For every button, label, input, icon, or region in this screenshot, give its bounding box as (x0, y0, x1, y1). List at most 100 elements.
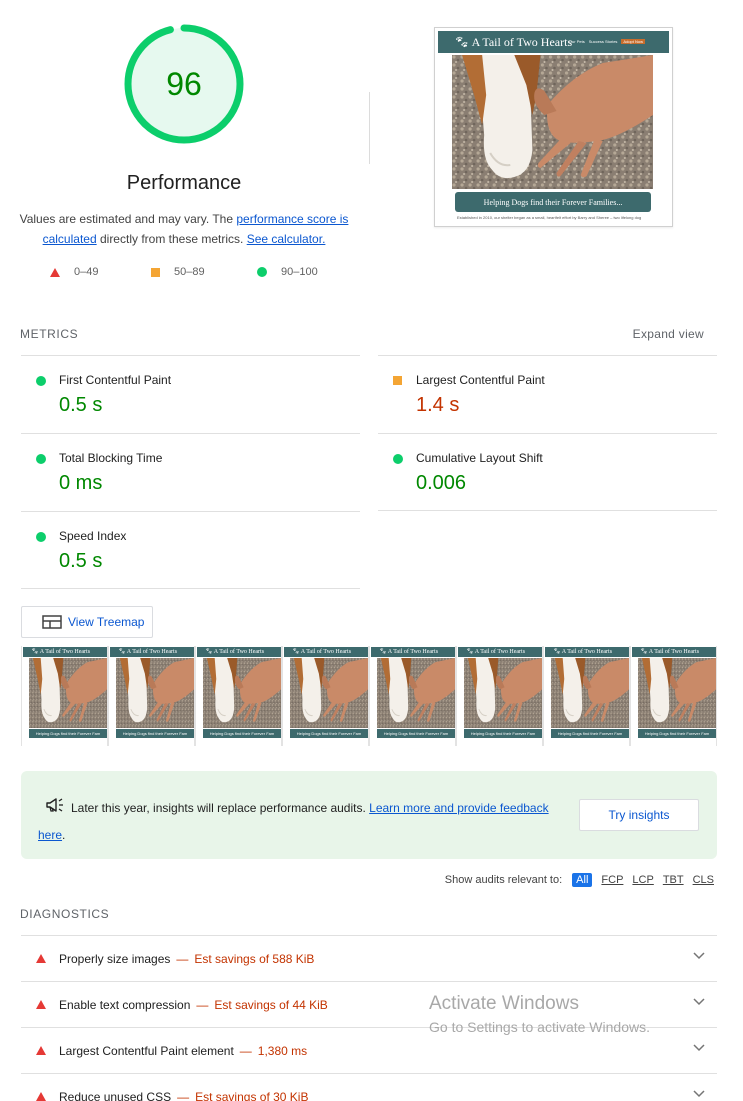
metrics-heading: METRICS (20, 327, 79, 341)
frame-banner: Helping Dogs find their Forever Fam (464, 729, 542, 738)
frame-photo (116, 658, 194, 728)
metric-tbt: Total Blocking Time 0 ms (21, 433, 360, 511)
average-square-icon (393, 376, 402, 385)
divider (369, 92, 370, 164)
paw-icon: 🐾︎ (205, 649, 214, 655)
metric-name: Largest Contentful Paint (416, 373, 545, 387)
fail-triangle-icon (36, 1000, 46, 1009)
frame-banner: Helping Dogs find their Forever Fam (116, 729, 194, 738)
legend-fail: 0–49 (50, 266, 150, 278)
frame-header: 🐾︎ A Tail of Two Hearts (458, 647, 542, 657)
filter-chip-all[interactable]: All (572, 873, 593, 887)
frame-photo (464, 658, 542, 728)
desc-text: Values are estimated and may vary. The (19, 212, 237, 226)
chevron-down-icon[interactable] (693, 1090, 705, 1098)
metric-value: 0.006 (416, 472, 467, 494)
performance-score-gauge: 96 (123, 23, 245, 145)
performance-score-value: 96 (166, 65, 202, 102)
frame-header: 🐾︎ A Tail of Two Hearts (23, 647, 107, 657)
treemap-icon (42, 615, 62, 629)
performance-description: Values are estimated and may vary. The p… (14, 209, 354, 249)
paw-icon: 🐾︎ (31, 649, 40, 655)
filmstrip-frame: 🐾︎ A Tail of Two Hearts Helping Dogs find… (630, 646, 717, 746)
frame-photo (290, 658, 368, 728)
frame-photo (203, 658, 281, 728)
legend-average-label: 50–89 (174, 266, 205, 278)
see-calculator-link[interactable]: See calculator. (247, 232, 326, 246)
audit-filter: Show audits relevant to: All FCP LCP TBT… (445, 873, 714, 887)
filmstrip-frame: 🐾︎ A Tail of Two Hearts Helping Dogs find… (195, 646, 282, 746)
filmstrip-frame: 🐾︎ A Tail of Two Hearts Helping Dogs find… (21, 646, 108, 746)
audit-properly-size-images[interactable]: Properly size images — Est savings of 58… (21, 935, 717, 981)
filter-chip-fcp[interactable]: FCP (601, 874, 623, 886)
frame-header: 🐾︎ A Tail of Two Hearts (371, 647, 455, 657)
paw-icon: 🐾︎ (118, 649, 127, 655)
frame-banner: Helping Dogs find their Forever Fam (638, 729, 716, 738)
legend-fail-label: 0–49 (74, 266, 99, 278)
insights-notice: Later this year, insights will replace p… (21, 771, 717, 859)
view-treemap-button[interactable]: View Treemap (21, 606, 153, 638)
metric-name: Total Blocking Time (59, 451, 163, 465)
audit-title: Largest Contentful Paint element (59, 1043, 234, 1058)
nav-adopt-now: Adopt Now (621, 39, 645, 44)
metric-lcp: Largest Contentful Paint 1.4 s (378, 355, 717, 433)
desc-text-middle: directly from these metrics. (96, 232, 247, 246)
chevron-down-icon[interactable] (693, 998, 705, 1006)
metric-name: First Contentful Paint (59, 373, 172, 387)
paw-icon: 🐾︎ (466, 649, 475, 655)
filter-chip-lcp[interactable]: LCP (632, 874, 653, 886)
site-title: 🐾︎ A Tail of Two Hearts (454, 34, 573, 49)
paw-icon: 🐾︎ (553, 649, 562, 655)
pass-circle-icon (257, 267, 267, 277)
average-square-icon (150, 267, 160, 277)
audit-reduce-unused-css[interactable]: Reduce unused CSS — Est savings of 30 Ki… (21, 1073, 717, 1101)
frame-header: 🐾︎ A Tail of Two Hearts (632, 647, 716, 657)
final-screenshot[interactable]: 🐾︎ A Tail of Two Hearts Our Pets Success… (434, 27, 673, 227)
audit-detail: Est savings of 30 KiB (195, 1089, 309, 1101)
try-insights-button[interactable]: Try insights (579, 799, 699, 831)
audit-title: Enable text compression (59, 997, 191, 1012)
diagnostics-heading: DIAGNOSTICS (20, 907, 110, 921)
audit-detail: Est savings of 588 KiB (194, 951, 315, 966)
filmstrip: 🐾︎ A Tail of Two Hearts Helping Dogs find… (21, 646, 717, 747)
notice-text: Later this year, insights will replace p… (38, 801, 549, 842)
legend-average: 50–89 (150, 266, 257, 278)
filmstrip-frame: 🐾︎ A Tail of Two Hearts Helping Dogs find… (369, 646, 456, 746)
frame-header: 🐾︎ A Tail of Two Hearts (197, 647, 281, 657)
expand-view-toggle[interactable]: Expand view (633, 327, 704, 341)
frame-header: 🐾︎ A Tail of Two Hearts (284, 647, 368, 657)
filmstrip-frame: 🐾︎ A Tail of Two Hearts Helping Dogs find… (543, 646, 630, 746)
frame-photo (29, 658, 107, 728)
performance-title: Performance (126, 172, 242, 194)
frame-photo (638, 658, 716, 728)
hero-photo (452, 55, 653, 189)
filmstrip-frame: 🐾︎ A Tail of Two Hearts Helping Dogs find… (282, 646, 369, 746)
frame-header: 🐾︎ A Tail of Two Hearts (110, 647, 194, 657)
legend-pass: 90–100 (257, 266, 318, 278)
audit-enable-text-compression[interactable]: Enable text compression — Est savings of… (21, 981, 717, 1027)
metric-value: 0 ms (59, 472, 103, 494)
chevron-down-icon[interactable] (693, 952, 705, 960)
legend-pass-label: 90–100 (281, 266, 318, 278)
frame-banner: Helping Dogs find their Forever Fam (29, 729, 107, 738)
metric-name: Cumulative Layout Shift (416, 451, 543, 465)
metric-name: Speed Index (59, 529, 127, 543)
filter-chip-cls[interactable]: CLS (693, 874, 714, 886)
score-legend: 0–49 50–89 90–100 (50, 266, 318, 278)
audit-lcp-element[interactable]: Largest Contentful Paint element — 1,380… (21, 1027, 717, 1073)
frame-photo (377, 658, 455, 728)
chevron-down-icon[interactable] (693, 1044, 705, 1052)
pass-circle-icon (36, 532, 46, 542)
filmstrip-frame: 🐾︎ A Tail of Two Hearts Helping Dogs find… (108, 646, 195, 746)
metric-fcp: First Contentful Paint 0.5 s (21, 355, 360, 433)
paw-icon: 🐾︎ (454, 34, 472, 49)
audit-title: Properly size images (59, 951, 171, 966)
filter-chip-tbt[interactable]: TBT (663, 874, 684, 886)
pass-circle-icon (36, 454, 46, 464)
filmstrip-frame: 🐾︎ A Tail of Two Hearts Helping Dogs find… (456, 646, 543, 746)
metric-value: 1.4 s (416, 394, 460, 416)
metric-cls: Cumulative Layout Shift 0.006 (378, 433, 717, 511)
audit-title: Reduce unused CSS (59, 1089, 172, 1101)
pass-circle-icon (36, 376, 46, 386)
hero-banner: Helping Dogs find their Forever Families… (455, 192, 651, 212)
